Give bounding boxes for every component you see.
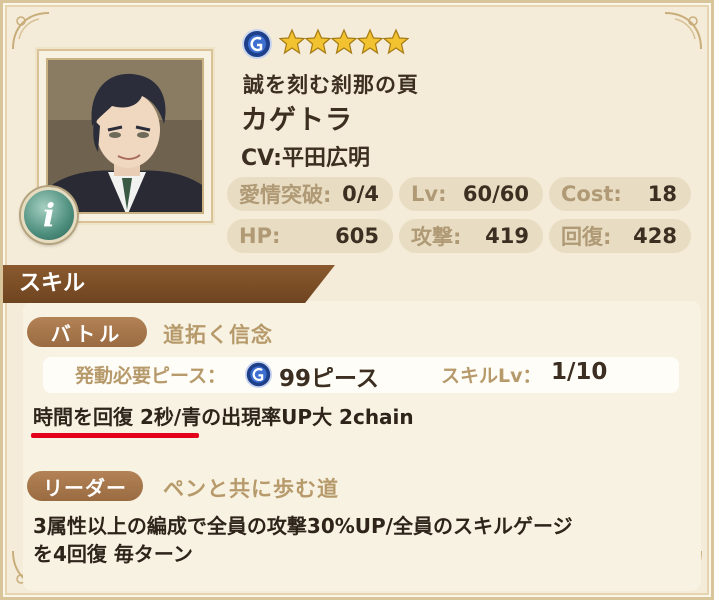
required-pieces-label: 発動必要ピース： bbox=[75, 365, 227, 387]
required-pieces-value: 99ピース bbox=[279, 366, 379, 392]
stat-label: 愛情突破: bbox=[239, 183, 332, 207]
stat-value: 419 bbox=[485, 224, 529, 248]
star-icon bbox=[279, 28, 305, 55]
rarity-stars bbox=[279, 27, 409, 57]
leader-skill-name: ペンと共に歩む道 bbox=[163, 477, 339, 501]
info-icon[interactable]: i bbox=[21, 187, 77, 243]
character-name: カゲトラ bbox=[241, 105, 353, 136]
stat-label: HP: bbox=[239, 224, 281, 248]
corner-ornament-icon bbox=[664, 12, 702, 50]
leader-skill-description-line1: 3属性以上の編成で全員の攻撃30%UP/全員のスキルゲージ bbox=[33, 514, 573, 538]
character-portrait bbox=[46, 58, 204, 214]
leader-skill-tag: リーダー bbox=[27, 471, 143, 501]
star-icon bbox=[305, 28, 331, 55]
stat-heal: 回復: 428 bbox=[549, 219, 691, 253]
leader-skill-description-line2: を4回復 毎ターン bbox=[33, 542, 193, 566]
highlight-underline bbox=[31, 433, 199, 438]
stat-value: 60/60 bbox=[462, 182, 529, 206]
blue-attribute-orb-icon bbox=[242, 29, 272, 59]
voice-actor: CV:平田広明 bbox=[241, 146, 370, 171]
portrait-illustration bbox=[48, 60, 202, 212]
battle-skill-tag: バトル bbox=[27, 317, 147, 347]
blue-attribute-orb-icon bbox=[245, 361, 272, 388]
skill-level-label: スキルLv： bbox=[441, 365, 542, 387]
star-icon bbox=[357, 28, 383, 55]
stat-label: 攻撃: bbox=[411, 225, 462, 249]
skill-level-value: 1/10 bbox=[551, 359, 608, 385]
battle-skill-name: 道拓く信念 bbox=[163, 323, 273, 347]
stat-value: 428 bbox=[633, 224, 677, 248]
stat-label: Cost: bbox=[561, 182, 622, 206]
character-title: 誠を刻む刹那の頁 bbox=[243, 73, 419, 97]
stat-value: 0/4 bbox=[342, 182, 379, 206]
stat-hp: HP: 605 bbox=[227, 219, 393, 253]
stat-affection: 愛情突破: 0/4 bbox=[227, 177, 393, 211]
battle-skill-description: 時間を回復 2秒/青の出現率UP大 2chain bbox=[33, 405, 414, 429]
stat-level: Lv: 60/60 bbox=[399, 177, 543, 211]
stat-cost: Cost: 18 bbox=[549, 177, 691, 211]
star-icon bbox=[383, 28, 409, 55]
stat-attack: 攻撃: 419 bbox=[399, 219, 543, 253]
star-icon bbox=[331, 28, 357, 55]
skill-section-header: スキル bbox=[3, 265, 335, 303]
stat-value: 605 bbox=[335, 224, 379, 248]
character-card: i 誠を刻む刹那の頁 カゲトラ CV:平田広明 愛情突破: 0/4 Lv: 60… bbox=[0, 0, 714, 600]
stat-value: 18 bbox=[647, 182, 677, 206]
stat-label: 回復: bbox=[561, 225, 612, 249]
stat-label: Lv: bbox=[411, 182, 447, 206]
